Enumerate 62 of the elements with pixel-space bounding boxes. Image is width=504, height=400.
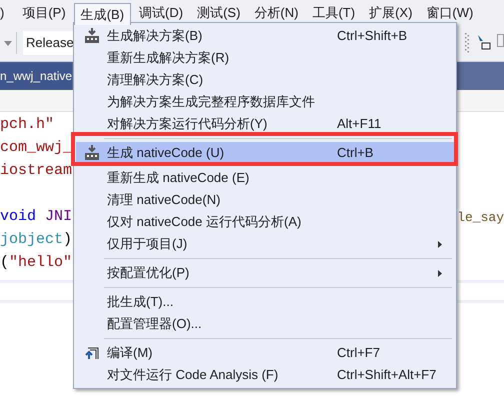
tab-title: n_wwj_native [0,68,72,85]
menu-item-label: 清理 nativeCode(N) [107,191,222,210]
menu-item[interactable]: 重新生成 nativeCode (E) [76,167,454,189]
menu-item[interactable]: 批生成(T)... [76,291,454,313]
configuration-value: Release [26,34,74,52]
code-token: void [0,207,36,228]
code-token: com_wwj_ [0,138,72,158]
menu-item[interactable]: 仅用于项目(J) [76,233,454,255]
code-token: "hello" [9,253,72,274]
menu-bar-item[interactable]: 窗口(W) [420,2,480,24]
menu-item[interactable]: 清理 nativeCode(N) [76,189,454,211]
code-token: JNI [45,207,72,228]
menu-item[interactable]: 按配置优化(P) [76,262,454,284]
menu-item-label: 批生成(T)... [107,293,174,312]
stacked-arrow-icon [84,346,98,360]
code-token: jobject [0,230,64,250]
menu-item-label: 按配置优化(P) [107,264,190,282]
menu-item-label: 仅用于项目(J) [107,235,188,254]
menu-bar-item[interactable]: 调试(D) [133,2,190,24]
menu-item[interactable]: 仅对 nativeCode 运行代码分析(A) [76,211,454,233]
menu-item[interactable]: 为解决方案生成完整程序数据库文件 [76,91,454,113]
menu-item-label: 编译(M) [107,344,154,362]
code-token: ) [63,230,72,250]
menu-item-label: 对解决方案运行代码分析(Y) [107,115,268,134]
shortcut-label: Ctrl+Shift+B [337,27,408,46]
menu-bar-item[interactable]: 生成(B) [74,3,132,25]
menu-item-label: 仅对 nativeCode 运行代码分析(A) [107,213,302,232]
menu-item[interactable]: 编译(M) Ctrl+F7 [76,342,454,364]
grip-icon [465,33,469,53]
menu-item[interactable]: 生成 nativeCode (U) Ctrl+B [76,142,454,164]
menu-item-label: 对文件运行 Code Analysis (F) [107,366,280,384]
menu-item[interactable]: 对文件运行 Code Analysis (F) Ctrl+Shift+Alt+F7 [76,364,454,386]
menu-item[interactable]: 清理解决方案(C) [76,69,454,91]
code-token: pch.h" [0,115,54,136]
menu-bar-item[interactable]: 工具(T) [306,2,362,24]
tray-arrow-icon [84,28,100,44]
tray-arrow-icon [84,145,100,161]
menu-item[interactable]: 配置管理器(O)... [76,313,454,335]
menu-item-label: 清理解决方案(C) [107,71,204,90]
code-token: ( [0,253,10,274]
pointer-icon[interactable] [477,34,491,50]
menu-bar-item[interactable]: 扩展(X) [363,2,418,24]
menu-bar-item[interactable]: ) [0,2,14,24]
menu-item-label: 生成解决方案(B) [107,27,204,46]
menu-bar-item[interactable]: 分析(N) [248,2,304,24]
shortcut-label: Ctrl+Shift+Alt+F7 [337,366,436,384]
caret-icon[interactable] [4,40,12,46]
document-tab[interactable]: n_wwj_native [0,62,72,90]
menu-item[interactable]: 对解决方案运行代码分析(Y) Alt+F11 [76,113,454,135]
code-token: le_say [457,208,504,227]
code-token: iostream [0,161,72,182]
window-icon[interactable] [497,34,504,48]
menu-item-label: 为解决方案生成完整程序数据库文件 [107,93,316,112]
menu-item-label: 重新生成 nativeCode (E) [107,169,250,188]
menu-item-label: 重新生成解决方案(R) [107,49,230,68]
shortcut-label: Alt+F11 [337,115,382,134]
menu-item-label: 生成 nativeCode (U) [107,144,226,162]
shortcut-label: Ctrl+F7 [337,344,380,362]
shortcut-label: Ctrl+B [337,144,374,162]
menu-bar-item[interactable]: 项目(P) [16,2,72,24]
menu-item-label: 配置管理器(O)... [107,315,203,334]
menu-bar-item[interactable]: 测试(S) [191,2,246,24]
